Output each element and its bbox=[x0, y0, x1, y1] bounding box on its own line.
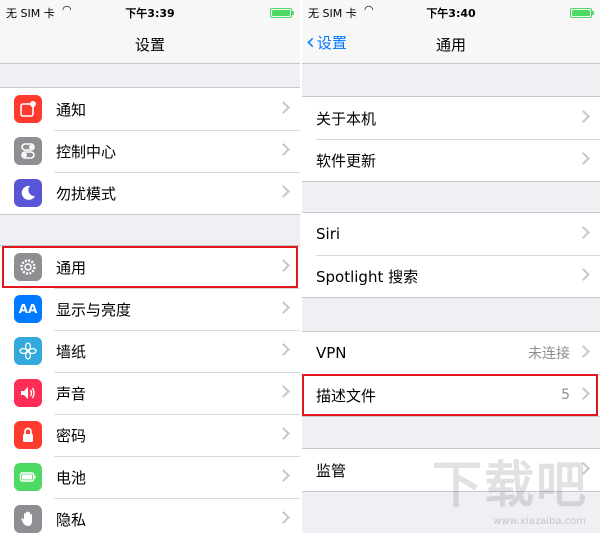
settings-item-label: 墙纸 bbox=[56, 342, 87, 361]
general-screen: 无 SIM 卡 ◠ 下午3:40 ‹ 设置 通用 关于本机 软件更新 Siri … bbox=[302, 0, 600, 533]
vpn-status-value: 未连接 bbox=[528, 346, 570, 362]
status-bar: 无 SIM 卡 ◠ 下午3:40 bbox=[302, 0, 600, 24]
settings-item-label: 通知 bbox=[56, 100, 87, 119]
general-item-label: 监管 bbox=[316, 461, 347, 480]
general-item-siri[interactable]: Siri bbox=[302, 213, 600, 255]
settings-item-label: 勿扰模式 bbox=[56, 184, 117, 203]
status-time: 下午3:40 bbox=[426, 7, 476, 20]
settings-item-do-not-disturb[interactable]: 勿扰模式 bbox=[0, 172, 300, 214]
settings-item-label: 声音 bbox=[56, 384, 87, 403]
watermark-url: www.xiazaiba.com bbox=[493, 516, 586, 527]
settings-item-wallpaper[interactable]: 墙纸 bbox=[0, 330, 300, 372]
settings-item-sounds[interactable]: 声音 bbox=[0, 372, 300, 414]
settings-screen: 无 SIM 卡 ◠ 下午3:39 设置 通知 控制中心 勿扰模式 通用 AA 显… bbox=[0, 0, 300, 533]
chevron-right-icon bbox=[277, 301, 290, 314]
control-center-icon bbox=[14, 137, 42, 165]
notifications-icon bbox=[14, 95, 42, 123]
chevron-right-icon bbox=[577, 345, 590, 358]
chevron-right-icon bbox=[277, 511, 290, 524]
page-title: 通用 bbox=[435, 36, 466, 54]
hand-icon bbox=[14, 505, 42, 533]
settings-item-label: 电池 bbox=[56, 468, 87, 487]
general-item-software-update[interactable]: 软件更新 bbox=[302, 139, 600, 181]
chevron-right-icon bbox=[277, 469, 290, 482]
general-item-label: VPN bbox=[316, 344, 347, 362]
chevron-right-icon bbox=[277, 185, 290, 198]
settings-item-label: 控制中心 bbox=[56, 142, 117, 161]
chevron-right-icon bbox=[277, 385, 290, 398]
settings-item-label: 隐私 bbox=[56, 510, 87, 529]
chevron-right-icon bbox=[577, 152, 590, 165]
chevron-right-icon bbox=[577, 110, 590, 123]
general-item-spotlight-search[interactable]: Spotlight 搜索 bbox=[302, 255, 600, 297]
battery-icon bbox=[14, 463, 42, 491]
settings-group-1: 通知 控制中心 勿扰模式 bbox=[0, 87, 300, 215]
chevron-right-icon bbox=[577, 268, 590, 281]
settings-item-battery[interactable]: 电池 bbox=[0, 456, 300, 498]
display-aa-icon: AA bbox=[14, 295, 42, 323]
highlight-box bbox=[302, 374, 598, 416]
general-item-supervision[interactable]: 监管 bbox=[302, 449, 600, 491]
settings-item-label: 显示与亮度 bbox=[56, 300, 132, 319]
lock-icon bbox=[14, 421, 42, 449]
general-item-vpn[interactable]: VPN 未连接 bbox=[302, 332, 600, 374]
general-item-label: 关于本机 bbox=[316, 109, 377, 128]
chevron-right-icon bbox=[577, 226, 590, 239]
settings-item-privacy[interactable]: 隐私 bbox=[0, 498, 300, 533]
general-group-4: 监管 bbox=[302, 448, 600, 492]
chevron-right-icon bbox=[277, 143, 290, 156]
chevron-right-icon bbox=[277, 427, 290, 440]
moon-icon bbox=[14, 179, 42, 207]
general-item-label: Siri bbox=[316, 225, 341, 243]
page-title: 设置 bbox=[134, 36, 165, 54]
settings-item-notifications[interactable]: 通知 bbox=[0, 88, 300, 130]
settings-item-display-brightness[interactable]: AA 显示与亮度 bbox=[0, 288, 300, 330]
wallpaper-flower-icon bbox=[14, 337, 42, 365]
chevron-right-icon bbox=[577, 462, 590, 475]
chevron-right-icon bbox=[277, 343, 290, 356]
chevron-right-icon bbox=[277, 101, 290, 114]
general-item-label: 软件更新 bbox=[316, 151, 377, 170]
general-item-about[interactable]: 关于本机 bbox=[302, 97, 600, 139]
nav-bar: ‹ 设置 通用 bbox=[302, 24, 600, 64]
battery-icon bbox=[570, 8, 594, 18]
status-bar: 无 SIM 卡 ◠ 下午3:39 bbox=[0, 0, 300, 24]
settings-group-2: 通用 AA 显示与亮度 墙纸 声音 密码 电池 隐私 bbox=[0, 245, 300, 533]
nav-bar: 设置 bbox=[0, 24, 300, 64]
general-item-label: Spotlight 搜索 bbox=[316, 267, 419, 286]
speaker-icon bbox=[14, 379, 42, 407]
settings-item-passcode[interactable]: 密码 bbox=[0, 414, 300, 456]
general-group-1: 关于本机 软件更新 bbox=[302, 96, 600, 182]
settings-item-label: 密码 bbox=[56, 426, 87, 445]
settings-item-control-center[interactable]: 控制中心 bbox=[0, 130, 300, 172]
status-time: 下午3:39 bbox=[125, 7, 175, 20]
battery-icon bbox=[270, 8, 294, 18]
general-group-2: Siri Spotlight 搜索 bbox=[302, 212, 600, 298]
highlight-box bbox=[2, 246, 298, 288]
